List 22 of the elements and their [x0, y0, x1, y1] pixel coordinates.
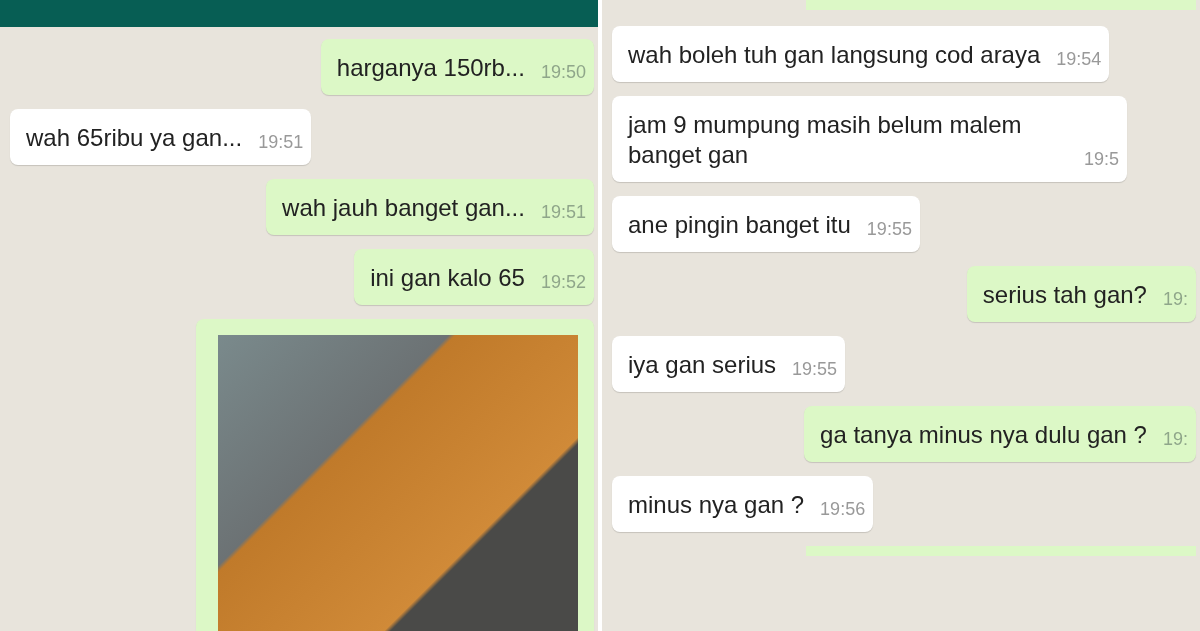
message-text: harganya 150rb...: [336, 53, 525, 83]
message-time: 19:51: [540, 202, 586, 223]
message-text: wah 65ribu ya gan...: [26, 123, 243, 153]
message-time: 19:54: [1056, 49, 1102, 70]
message-text: minus nya gan ?: [628, 490, 805, 520]
message-text: ini gan kalo 65: [370, 263, 525, 293]
message-time: 19:5: [1084, 149, 1120, 170]
message-time: 19:51: [258, 132, 304, 153]
message-text: wah boleh tuh gan langsung cod araya: [628, 40, 1041, 70]
message-text: wah jauh banget gan...: [282, 193, 525, 223]
message-time: 19:56: [820, 499, 866, 520]
message-time: 19:52: [540, 272, 586, 293]
message-text: jam 9 mumpung masih belum malem banget gan: [628, 110, 1023, 170]
message-text: ane pingin banget itu: [628, 210, 851, 240]
message-text: iya gan serius: [628, 350, 777, 380]
message-time: 19:: [1162, 289, 1188, 310]
message-time: 19:55: [866, 219, 912, 240]
message-time: 19:50: [540, 62, 586, 83]
message-text: ga tanya minus nya dulu gan ?: [820, 420, 1147, 450]
message-time: 19:55: [792, 359, 838, 380]
message-time: 19:: [1162, 429, 1188, 450]
message-text: serius tah gan?: [982, 280, 1147, 310]
